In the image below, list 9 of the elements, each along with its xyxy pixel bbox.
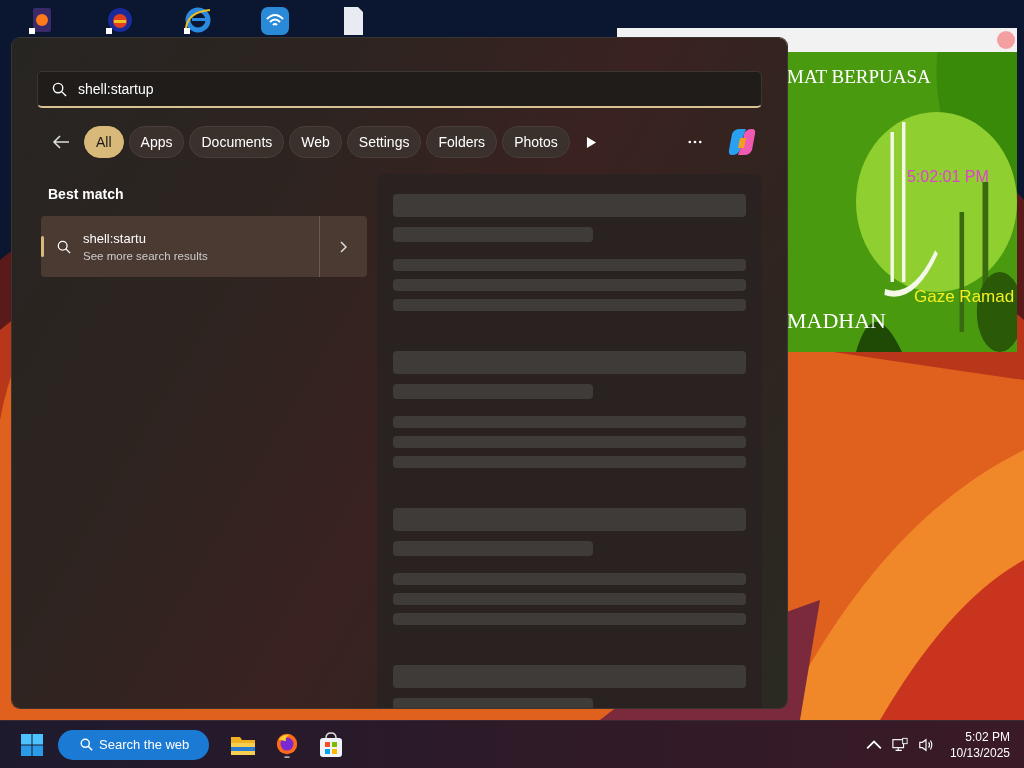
clock[interactable]: 5:02 PM 10/13/2025 (949, 728, 1010, 761)
clock-date: 10/13/2025 (949, 744, 1010, 761)
speaker-icon[interactable] (917, 736, 934, 753)
search-icon (80, 738, 93, 751)
store-icon[interactable] (318, 731, 345, 758)
network-icon[interactable] (891, 736, 908, 753)
search-button[interactable]: Search the web (58, 729, 210, 760)
clock-time: 5:02 PM (965, 728, 1010, 745)
windows-logo-icon[interactable] (20, 732, 44, 757)
